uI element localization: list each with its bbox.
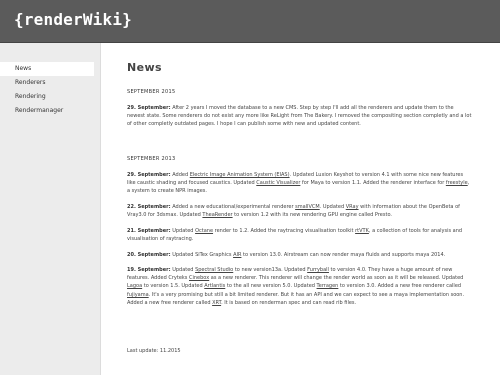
entry-date: 22. September:	[127, 204, 171, 210]
link-fujiyama[interactable]: fujiyama	[127, 292, 149, 298]
entry-text: to version 3.0. Added a new free rendere…	[338, 283, 462, 290]
entry-text: render to 1.2. Added the raytracing visu…	[213, 228, 356, 234]
entry-text: . It is based on renderman spec and can …	[221, 299, 357, 306]
site-logo[interactable]: {renderWiki}	[14, 10, 132, 29]
link-cinebox[interactable]: Cinebox	[189, 275, 209, 281]
link-terragen[interactable]: Terragen	[317, 283, 339, 289]
entry-date: 29. September:	[127, 105, 171, 111]
entry-text: for Maya to version 1.1. Added the rende…	[300, 180, 446, 187]
entry-text: to the all new version 5.0. Updated	[225, 283, 317, 290]
link-octane[interactable]: Octane	[195, 228, 213, 234]
link-spectral-studio[interactable]: Spectral Studio	[195, 267, 233, 273]
news-entry: 20. September: Updated SiTex Graphics AI…	[127, 251, 473, 259]
sidebar: News Renderers Rendering Rendermanager	[0, 43, 101, 375]
entry-text: as a new renderer. This renderer will ch…	[209, 275, 464, 282]
link-caustic-visualizer[interactable]: Caustic Visualizer	[256, 180, 300, 186]
entry-date: 21. September:	[127, 228, 171, 234]
link-rtvtk[interactable]: rtVTK	[355, 228, 369, 234]
entry-text: to version 1.2 with its new rendering GP…	[232, 212, 393, 219]
entry-text: to new version13a. Updated	[233, 267, 308, 273]
link-lagoa[interactable]: Lagoa	[127, 283, 142, 289]
link-artlantis[interactable]: Artlantis	[204, 283, 225, 289]
entry-text: Updated	[172, 267, 196, 273]
news-entry: 29. September: After 2 years I moved the…	[127, 104, 473, 129]
entry-date: 29. September:	[127, 172, 171, 178]
entry-text: Added	[172, 172, 190, 178]
section-heading: SEPTEMBER 2013	[127, 156, 176, 162]
news-entry: 19. September: Updated Spectral Studio t…	[127, 266, 473, 307]
news-entry: 22. September: Added a new educational/e…	[127, 203, 473, 219]
entry-text: Updated SiTex Graphics	[172, 252, 234, 258]
entry-text: to version 1.5. Updated	[142, 283, 205, 290]
entry-text: Added a new educational/experimental ren…	[172, 204, 296, 210]
site-header: {renderWiki}	[0, 0, 500, 43]
link-xrt[interactable]: XRT	[212, 300, 221, 306]
entry-text: Updated	[172, 228, 196, 234]
page-title: News	[127, 61, 162, 74]
sidebar-item-rendermanager[interactable]: Rendermanager	[0, 104, 94, 118]
news-entry: 29. September: Added Electric Image Anim…	[127, 171, 473, 196]
entry-date: 20. September:	[127, 252, 171, 258]
entry-date: 19. September:	[127, 267, 171, 273]
last-update: Last update: 11.2015	[127, 348, 181, 354]
section-heading: SEPTEMBER 2015	[127, 89, 176, 95]
sidebar-item-rendering[interactable]: Rendering	[0, 90, 94, 104]
entry-text: . Updated	[319, 204, 346, 210]
link-thearender[interactable]: TheaRender	[202, 212, 232, 218]
sidebar-item-renderers[interactable]: Renderers	[0, 76, 94, 90]
main-content: News SEPTEMBER 2015 29. September: After…	[101, 43, 500, 375]
sidebar-item-news[interactable]: News	[0, 62, 94, 76]
link-eias[interactable]: Electric Image Animation System (EIAS)	[190, 172, 290, 178]
entry-text: After 2 years I moved the database to a …	[127, 105, 472, 128]
link-vray[interactable]: VRay	[346, 204, 359, 210]
link-smallvcm[interactable]: smallVCM	[295, 204, 320, 210]
link-freestyle[interactable]: freestyle	[446, 180, 468, 186]
entry-text: to version 13.0. Airstream can now rende…	[241, 252, 446, 258]
news-entry: 21. September: Updated Octane render to …	[127, 227, 473, 243]
link-furryball[interactable]: Furryball	[307, 267, 329, 273]
